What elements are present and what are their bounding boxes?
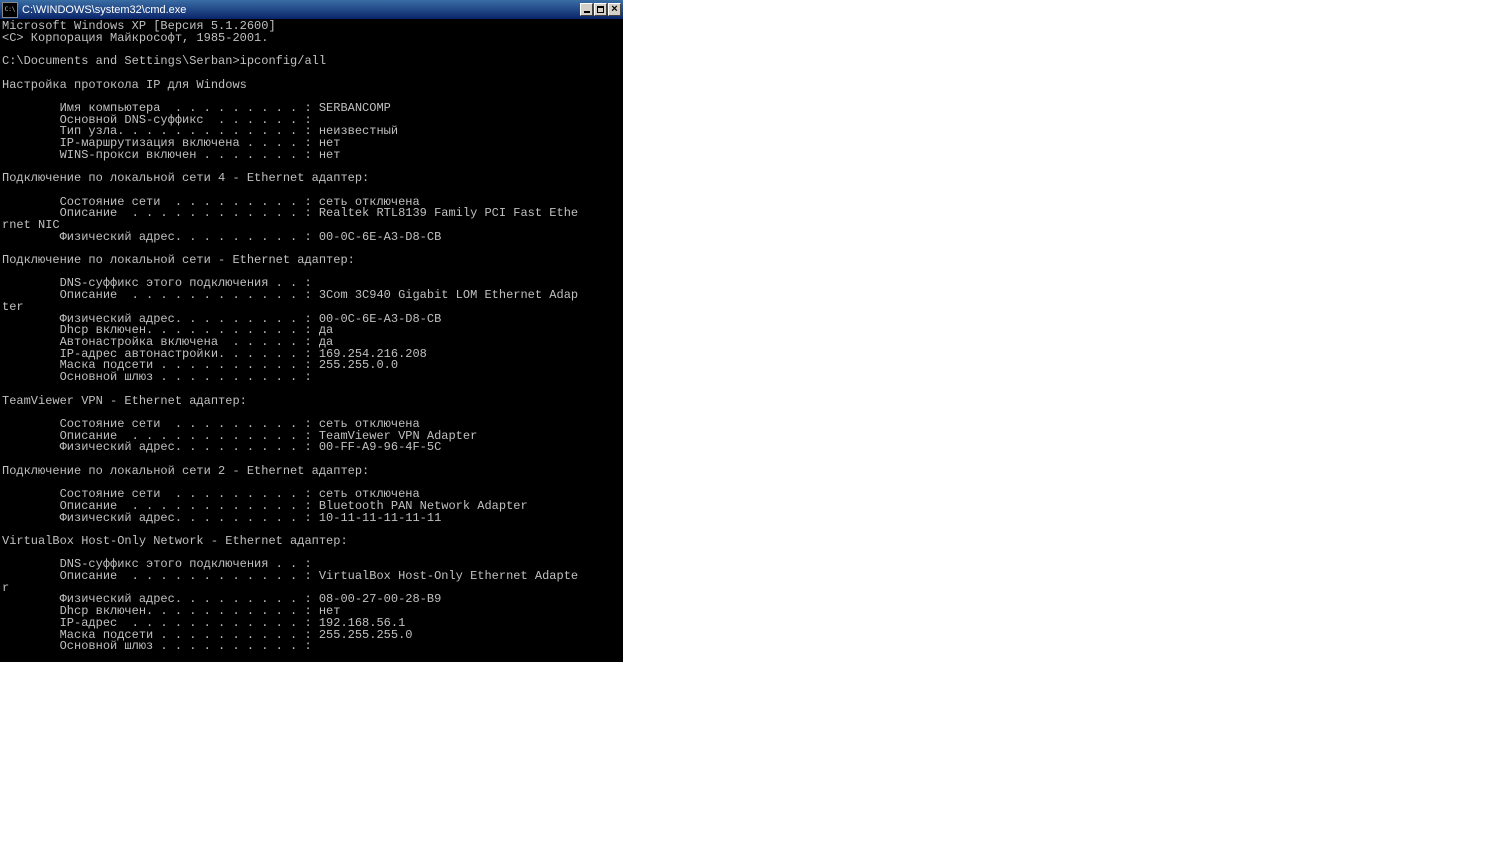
maximize-button[interactable] bbox=[594, 3, 607, 16]
window-title: C:\WINDOWS\system32\cmd.exe bbox=[22, 4, 579, 16]
cmd-window: C:\WINDOWS\system32\cmd.exe Microsoft Wi… bbox=[0, 0, 623, 662]
close-button[interactable] bbox=[608, 3, 621, 16]
minimize-button[interactable] bbox=[580, 3, 593, 16]
console-output[interactable]: Microsoft Windows XP [Версия 5.1.2600] <… bbox=[0, 19, 623, 662]
titlebar[interactable]: C:\WINDOWS\system32\cmd.exe bbox=[0, 0, 623, 19]
cmd-icon bbox=[2, 2, 18, 18]
